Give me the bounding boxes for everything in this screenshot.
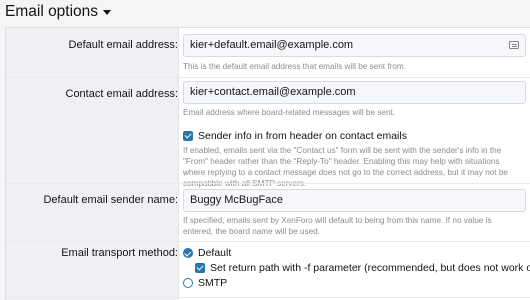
sender-name-label: Default email sender name: xyxy=(43,194,178,206)
contact-email-input[interactable]: kier+contact.email@example.com xyxy=(183,81,526,104)
return-path-label: Set return path with -f parameter (recom… xyxy=(210,262,530,274)
default-email-input[interactable]: kier+default.email@example.com xyxy=(183,34,526,57)
sender-name-input[interactable]: Buggy McBugFace xyxy=(183,189,526,212)
default-email-value: kier+default.email@example.com xyxy=(190,39,354,51)
transport-option-smtp[interactable]: SMTP xyxy=(183,277,227,289)
checkbox-checked-icon[interactable] xyxy=(195,263,205,273)
default-email-label: Default email address: xyxy=(68,39,178,51)
label-column xyxy=(6,28,179,300)
page-header: Email options xyxy=(0,0,530,26)
default-email-hint: This is the default email address that e… xyxy=(183,62,406,71)
divider xyxy=(6,183,530,184)
transport-option-default[interactable]: Default xyxy=(183,247,231,259)
sender-info-label: Sender info in from header on contact em… xyxy=(198,130,407,142)
checkbox-checked-icon[interactable] xyxy=(183,131,193,141)
address-card-icon[interactable] xyxy=(509,41,519,49)
divider xyxy=(6,241,530,242)
sender-name-value: Buggy McBugFace xyxy=(190,194,283,206)
section-title: Email options xyxy=(5,3,99,20)
contact-email-label: Contact email address: xyxy=(65,88,179,100)
divider xyxy=(6,297,530,298)
radio-unselected-icon[interactable] xyxy=(183,278,193,288)
caret-down-icon xyxy=(103,10,112,15)
section-title-toggle[interactable]: Email options xyxy=(5,3,112,21)
contact-email-value: kier+contact.email@example.com xyxy=(190,86,356,98)
divider xyxy=(6,77,530,78)
transport-option-label: Default xyxy=(198,247,232,259)
options-panel: Default email address: kier+default.emai… xyxy=(5,27,530,300)
sender-info-checkbox[interactable]: Sender info in from header on contact em… xyxy=(183,130,407,142)
return-path-checkbox[interactable]: Set return path with -f parameter (recom… xyxy=(195,262,530,274)
contact-email-hint: Email address where board-related messag… xyxy=(183,108,396,117)
sender-name-hint: If specified, emails sent by XenForo wil… xyxy=(183,216,492,236)
radio-selected-icon[interactable] xyxy=(183,248,193,258)
transport-option-label: SMTP xyxy=(198,277,228,289)
transport-label: Email transport method: xyxy=(61,247,178,259)
